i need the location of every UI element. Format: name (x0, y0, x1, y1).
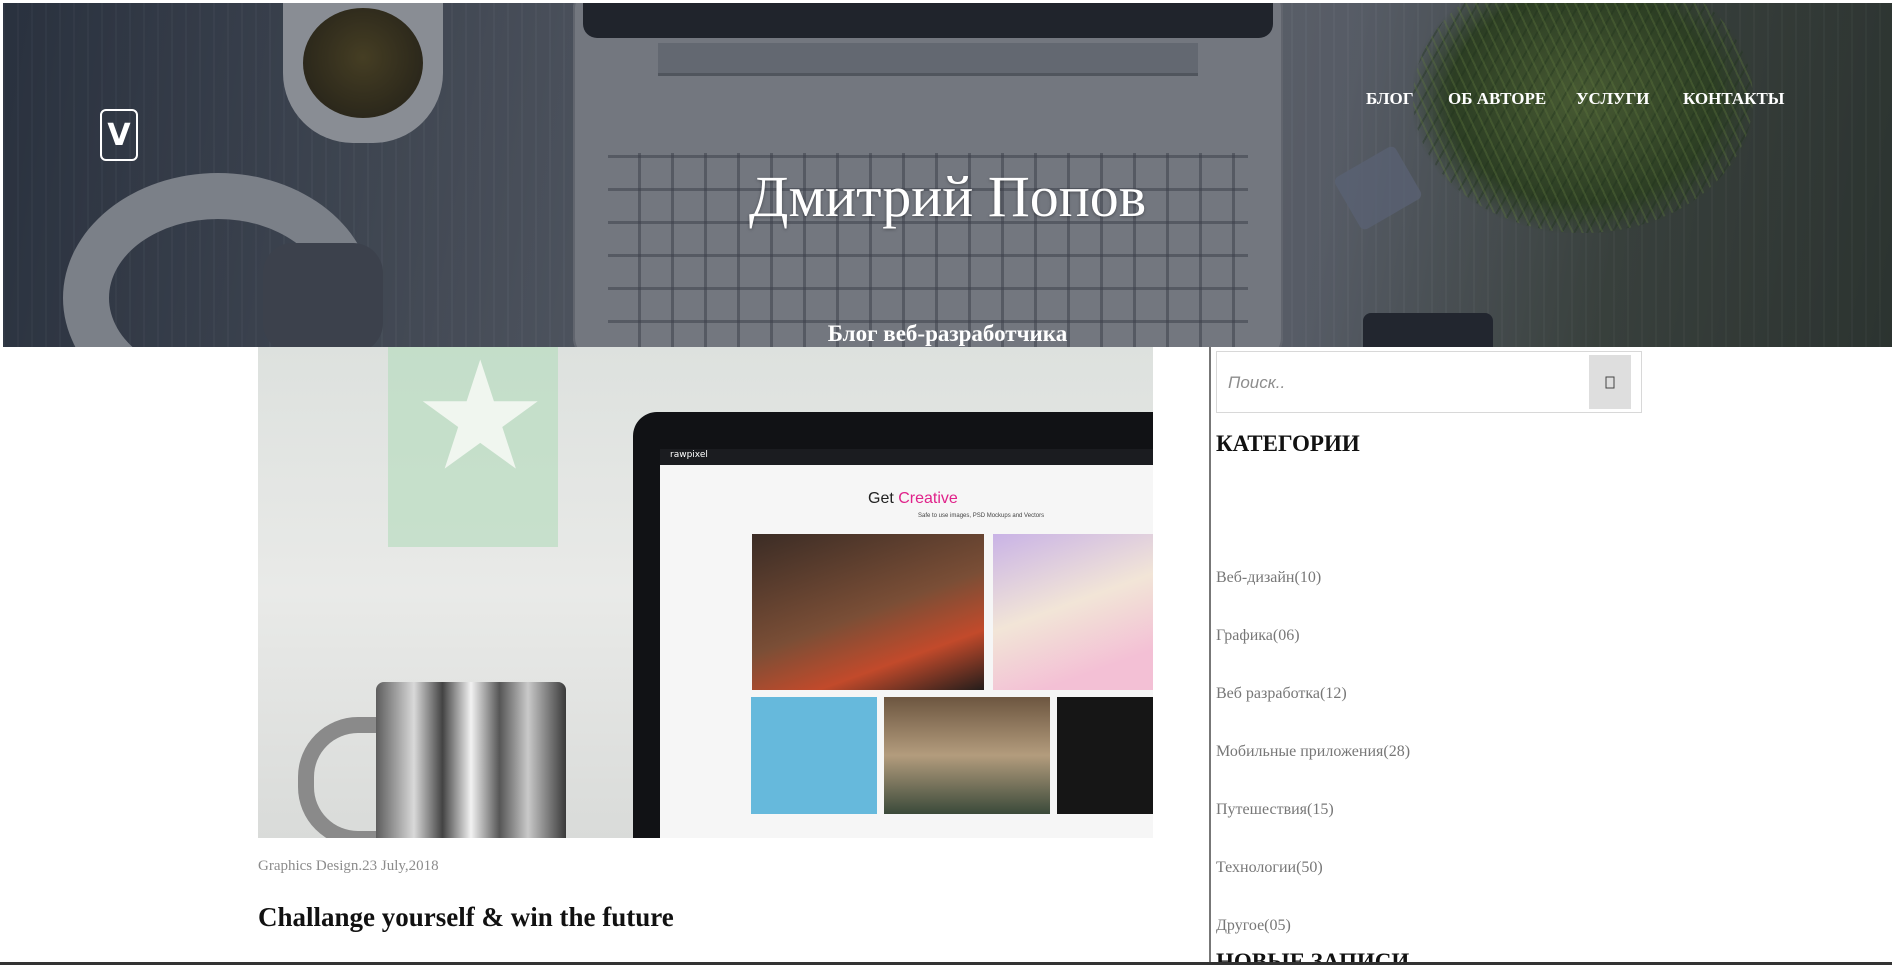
category-link[interactable]: Технологии(50) (1216, 859, 1323, 877)
hero-header: V БЛОГ ОБ АВТОРЕ УСЛУГИ КОНТАКТЫ Дмитрий… (3, 3, 1892, 347)
star-icon: ★ (413, 347, 548, 504)
screen-photo-party (993, 534, 1153, 690)
recent-posts-heading: НОВЫЕ ЗАПИСИ (1216, 950, 1516, 962)
sidebar-divider (1209, 347, 1211, 965)
screen-subline: Safe to use images, PSD Mockups and Vect… (918, 513, 1045, 519)
nav-item-blog[interactable]: БЛОГ (1366, 89, 1414, 109)
site-title: Дмитрий Попов (748, 164, 1147, 229)
category-link[interactable]: Веб разработка(12) (1216, 685, 1347, 703)
screen-photo-sparkler (1057, 697, 1153, 814)
nav-item-services[interactable]: УСЛУГИ (1576, 89, 1650, 109)
screen-photo-balloons (752, 534, 984, 690)
category-link[interactable]: Веб-дизайн(10) (1216, 569, 1321, 587)
screen-brand: rawpixel (670, 450, 708, 460)
category-link[interactable]: Мобильные приложения(28) (1216, 743, 1410, 761)
nav-item-about[interactable]: ОБ АВТОРЕ (1448, 89, 1546, 109)
categories-heading: КАТЕГОРИИ (1216, 431, 1360, 456)
screen-top-bar: rawpixel (660, 449, 1153, 465)
nav-item-contacts[interactable]: КОНТАКТЫ (1683, 89, 1784, 109)
post-meta: Graphics Design.23 July,2018 (258, 858, 439, 874)
screen-photo-note (751, 697, 877, 814)
post-title[interactable]: Challange yourself & win the future (258, 902, 674, 933)
screen-photo-people (884, 697, 1050, 814)
steel-mug-image (376, 682, 566, 838)
screen-headline-prefix: Get (868, 490, 899, 507)
recent-posts-heading-clip: НОВЫЕ ЗАПИСИ (1216, 950, 1516, 962)
screen-headline-accent: Creative (898, 490, 958, 507)
category-link[interactable]: Другое(05) (1216, 917, 1291, 935)
screen-headline: Get Creative (868, 490, 958, 508)
search-icon (1605, 376, 1615, 388)
category-link[interactable]: Путешествия(15) (1216, 801, 1334, 819)
site-subtitle: Блог веб-разработчика (827, 321, 1068, 346)
site-logo[interactable]: V (100, 109, 138, 161)
search-button[interactable] (1589, 355, 1631, 409)
main-nav: БЛОГ ОБ АВТОРЕ УСЛУГИ КОНТАКТЫ (3, 89, 1892, 113)
post-featured-image[interactable]: ★ rawpixel Get Creative Safe to use imag… (258, 347, 1153, 838)
search-input[interactable] (1226, 364, 1590, 402)
category-link[interactable]: Графика(06) (1216, 627, 1300, 645)
